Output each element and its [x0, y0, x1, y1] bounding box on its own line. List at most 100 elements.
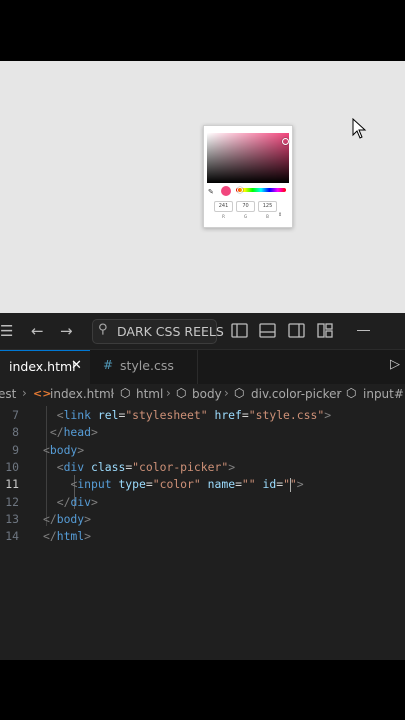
element-icon: ⬡ [176, 386, 187, 400]
code-token: "style.css" [248, 408, 325, 422]
minimize-icon[interactable] [357, 330, 370, 331]
customize-layout-icon[interactable] [317, 323, 334, 339]
code-text: <body> [43, 442, 84, 459]
code-token: "stylesheet" [125, 408, 208, 422]
code-text: </div> [57, 494, 98, 511]
chevron-right-icon: › [166, 386, 171, 400]
element-icon: ⬡ [234, 386, 245, 400]
breadcrumb-file[interactable]: index.html [50, 387, 114, 401]
mouse-cursor-icon [352, 118, 367, 139]
current-color-preview [221, 186, 231, 196]
line-number: 13 [5, 511, 19, 526]
code-token: < [56, 459, 64, 474]
code-token: rel [97, 408, 119, 422]
code-token: > [324, 408, 332, 422]
code-text: <link rel="stylesheet" href="style.css"> [57, 407, 331, 424]
code-token: > [91, 425, 98, 440]
blue-value-field[interactable]: 125 [258, 201, 277, 212]
search-label: DARK CSS REELS [117, 324, 224, 339]
code-token: type [118, 477, 146, 492]
code-text: <div class="color-picker"> [57, 459, 235, 476]
code-token: > [84, 529, 92, 544]
breadcrumb-div[interactable]: div.color-picker [251, 387, 341, 401]
code-token: body [49, 442, 78, 457]
line-number: 14 [5, 529, 19, 544]
menu-icon[interactable]: ☰ [0, 313, 13, 349]
code-token: href [214, 408, 242, 422]
line-number: 11 [5, 477, 19, 492]
code-token: class [91, 459, 126, 474]
code-token: = [145, 477, 153, 492]
run-icon[interactable]: ▷ [390, 357, 400, 372]
line-number: 9 [12, 442, 19, 457]
forward-arrow-icon[interactable]: → [60, 313, 73, 349]
code-token: > [77, 442, 85, 457]
code-text: </body> [43, 511, 91, 528]
code-token: "color-picker" [132, 459, 229, 474]
html-file-icon: <> [33, 387, 52, 400]
breadcrumb-input[interactable]: input# [363, 387, 404, 401]
code-token: < [43, 442, 50, 457]
code-line[interactable]: 10 <div class="color-picker"> [0, 459, 405, 476]
tab-label: index.html [9, 359, 76, 374]
chevron-right-icon: › [336, 386, 341, 400]
code-token: "color" [152, 477, 201, 492]
color-picker-popup: ✎ 241 70 125 R G B ⇕ [203, 125, 293, 228]
code-token: html [56, 529, 85, 544]
code-token: div [70, 494, 92, 509]
code-text: <input type="color" name="" id=""> [70, 476, 303, 493]
toggle-secondary-sidebar-icon[interactable] [288, 323, 305, 339]
tab-label: style.css [120, 358, 174, 373]
code-token: name [207, 477, 236, 492]
breadcrumb-body[interactable]: body [192, 387, 222, 401]
code-line[interactable]: 9 <body> [0, 442, 405, 459]
title-bar: ☰ ← → ⚲ DARK CSS REELS [0, 313, 405, 350]
green-label: G [243, 214, 248, 219]
code-line[interactable]: 12 </div> [0, 494, 405, 511]
code-token: > [296, 477, 304, 492]
red-value-field[interactable]: 241 [214, 201, 233, 212]
code-token: > [228, 459, 236, 474]
code-text: </html> [43, 528, 91, 545]
hue-slider[interactable] [236, 188, 286, 192]
command-center-search[interactable]: ⚲ DARK CSS REELS [92, 319, 224, 344]
code-token: input [77, 477, 112, 492]
tab-style-css[interactable]: # style.css [91, 350, 198, 384]
hue-handle[interactable] [237, 187, 243, 193]
tab-bar: index.html ✕ # style.css ▷ [0, 350, 405, 385]
code-token: < [56, 408, 64, 422]
css-file-icon: # [103, 358, 114, 372]
green-value-field[interactable]: 70 [236, 201, 255, 212]
search-icon: ⚲ [98, 322, 108, 337]
code-line[interactable]: 11<input type="color" name="" id=""> [0, 476, 405, 493]
chevron-right-icon: › [22, 386, 27, 400]
code-line[interactable]: 14 </html> [0, 528, 405, 545]
code-line[interactable]: 7 <link rel="stylesheet" href="style.css"… [0, 407, 405, 424]
close-icon[interactable]: ✕ [71, 358, 82, 373]
code-area[interactable]: 7 <link rel="stylesheet" href="style.css"… [0, 406, 405, 646]
code-token: = [241, 408, 249, 422]
code-token: > [84, 511, 92, 526]
toggle-panel-icon[interactable] [259, 323, 276, 339]
blue-label: B [266, 214, 269, 219]
saturation-handle[interactable] [282, 138, 289, 145]
code-line[interactable]: 13 </body> [0, 511, 405, 528]
element-icon: ⬡ [120, 386, 131, 400]
mode-toggle-icon[interactable]: ⇕ [278, 212, 282, 218]
text-cursor [289, 478, 291, 493]
back-arrow-icon[interactable]: ← [31, 313, 44, 349]
toggle-primary-sidebar-icon[interactable] [231, 323, 248, 339]
code-token: div [63, 459, 85, 474]
line-number: 10 [5, 459, 19, 474]
breadcrumb-html[interactable]: html [136, 387, 163, 401]
saturation-value-area[interactable] [207, 133, 289, 183]
eyedropper-icon[interactable]: ✎ [208, 188, 214, 196]
tab-index-html[interactable]: index.html ✕ [0, 350, 90, 385]
line-number: 12 [5, 494, 19, 509]
breadcrumb-folder[interactable]: est [0, 387, 16, 401]
code-line[interactable]: 8 </head> [0, 424, 405, 441]
code-token: body [56, 511, 85, 526]
